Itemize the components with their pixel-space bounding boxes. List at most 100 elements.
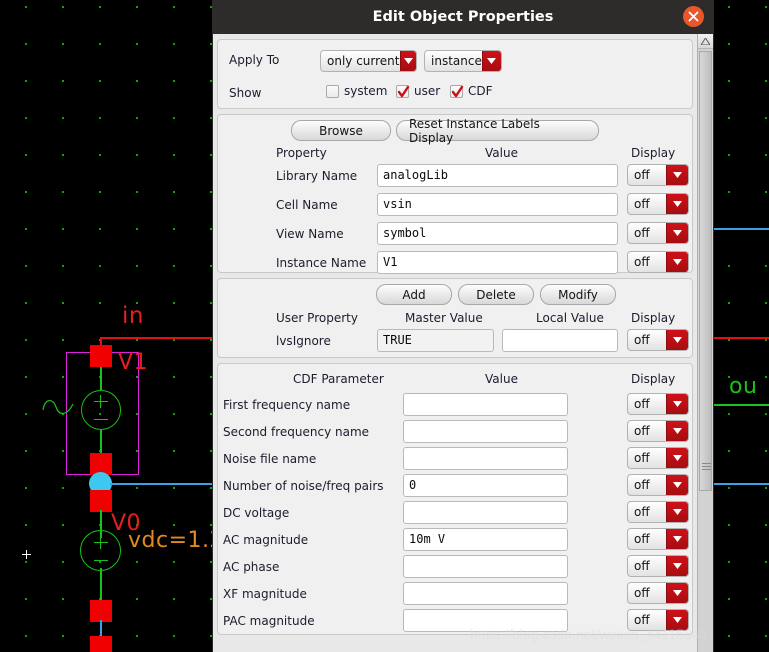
wire-right-green[interactable]: [713, 404, 769, 406]
cell-name-display-dropdown[interactable]: off: [627, 193, 689, 215]
view-name-label: View Name: [276, 227, 344, 241]
cdf-row-display-value: off: [634, 505, 650, 519]
apply-scope-dropdown[interactable]: only current: [320, 50, 417, 72]
lvsignore-local-value-input[interactable]: [502, 329, 618, 352]
pin-v0-positive[interactable]: [90, 490, 112, 512]
cdf-row-input[interactable]: [403, 447, 568, 470]
apply-scope-value: only current: [327, 54, 400, 68]
chevron-down-icon: [666, 448, 688, 468]
cdf-row-display-dropdown[interactable]: off: [627, 609, 689, 631]
cdf-row-label: XF magnitude: [223, 587, 307, 601]
chevron-down-icon: [399, 51, 416, 71]
user-property-column-header: User Property: [276, 311, 358, 325]
show-system-checkbox[interactable]: system: [326, 84, 387, 98]
chevron-down-icon: [666, 583, 688, 603]
delete-button[interactable]: Delete: [458, 284, 534, 305]
chevron-down-icon: [481, 51, 501, 71]
view-name-display-dropdown[interactable]: off: [627, 222, 689, 244]
library-name-input[interactable]: analogLib: [377, 164, 618, 187]
lvsignore-display-value: off: [634, 333, 650, 347]
chevron-down-icon: [666, 475, 688, 495]
cdf-row-label: First frequency name: [223, 398, 351, 412]
reset-instance-labels-display-button[interactable]: Reset Instance Labels Display: [396, 117, 599, 145]
show-system-label: system: [344, 84, 388, 98]
edit-object-properties-dialog: Edit Object Properties Apply To Show onl…: [213, 0, 713, 652]
plus-sign-vertical-v0: [100, 536, 101, 549]
chevron-down-icon: [666, 165, 688, 185]
cell-name-input[interactable]: vsin: [377, 193, 618, 216]
cdf-row-display-dropdown[interactable]: off: [627, 555, 689, 577]
cdf-row-input[interactable]: [403, 393, 568, 416]
show-label: Show: [229, 86, 262, 100]
lvsignore-display-dropdown[interactable]: off: [627, 329, 689, 351]
add-button[interactable]: Add: [376, 284, 452, 305]
view-name-input[interactable]: symbol: [377, 222, 618, 245]
show-user-checkbox[interactable]: user: [396, 84, 440, 98]
local-value-column-header: Local Value: [536, 311, 604, 325]
cdf-row-display-value: off: [634, 559, 650, 573]
plus-sign-icon-v0: [94, 542, 108, 543]
cdf-row-display-value: off: [634, 532, 650, 546]
plus-sign-icon-v1: [94, 401, 108, 402]
instance-name-display-dropdown[interactable]: off: [627, 251, 689, 273]
library-name-display-dropdown[interactable]: off: [627, 164, 689, 186]
dialog-title: Edit Object Properties: [372, 9, 554, 25]
browse-button[interactable]: Browse: [291, 120, 391, 141]
properties-panel: Browse Reset Instance Labels Display Pro…: [217, 114, 693, 274]
net-label-in: in: [122, 303, 144, 329]
instance-name-input[interactable]: V1: [377, 251, 618, 274]
modify-button[interactable]: Modify: [540, 284, 616, 305]
cdf-display-column-header: Display: [631, 372, 676, 386]
cdf-row-input[interactable]: [403, 555, 568, 578]
cdf-row-display-dropdown[interactable]: off: [627, 420, 689, 442]
cdf-row-input[interactable]: [403, 420, 568, 443]
lvsignore-label: lvsIgnore: [276, 334, 331, 348]
plus-sign-vertical-v1: [100, 395, 101, 408]
view-name-display-value: off: [634, 226, 650, 240]
wire-right-blue-1[interactable]: [713, 228, 769, 230]
show-cdf-checkbox[interactable]: CDF: [450, 84, 493, 98]
instance-name-display-value: off: [634, 255, 650, 269]
apply-to-panel: Apply To Show only current instance syst…: [217, 39, 693, 109]
scroll-up-arrow-icon[interactable]: [698, 34, 713, 49]
cdf-row-display-value: off: [634, 424, 650, 438]
cdf-row-display-dropdown[interactable]: off: [627, 447, 689, 469]
cursor-crosshair: [22, 550, 31, 559]
cdf-row-display-dropdown[interactable]: off: [627, 528, 689, 550]
chevron-down-icon: [666, 529, 688, 549]
dialog-scrollbar[interactable]: [697, 34, 713, 652]
cdf-row-input[interactable]: [403, 582, 568, 605]
pin-v0-negative[interactable]: [90, 600, 112, 622]
cell-name-display-value: off: [634, 197, 650, 211]
scrollbar-thumb[interactable]: [699, 51, 712, 491]
cdf-row-input[interactable]: [403, 609, 568, 632]
instance-name-label: Instance Name: [276, 256, 367, 270]
cdf-row-display-dropdown[interactable]: off: [627, 474, 689, 496]
cdf-row-display-value: off: [634, 451, 650, 465]
minus-sign-icon-v1: [94, 419, 108, 420]
cdf-row-input[interactable]: 10m V: [403, 528, 568, 551]
cdf-row-label: Second frequency name: [223, 425, 370, 439]
scrollbar-grip-icon: [702, 461, 711, 470]
chevron-down-icon: [666, 252, 688, 272]
cdf-row-display-value: off: [634, 478, 650, 492]
cdf-row-input[interactable]: 0: [403, 474, 568, 497]
apply-object-value: instance: [431, 54, 482, 68]
pin-v1-positive[interactable]: [90, 345, 112, 367]
show-cdf-label: CDF: [468, 84, 493, 98]
user-property-panel: Add Delete Modify User Property Master V…: [217, 278, 693, 358]
cdf-row-label: AC magnitude: [223, 533, 309, 547]
property-column-header: Property: [276, 146, 327, 160]
cdf-row-display-dropdown[interactable]: off: [627, 501, 689, 523]
voltage-source-symbol-v1[interactable]: [81, 390, 121, 430]
cdf-row-label: PAC magnitude: [223, 614, 315, 628]
chevron-down-icon: [666, 394, 688, 414]
chevron-down-icon: [666, 502, 688, 522]
pin-ground[interactable]: [90, 636, 112, 652]
cdf-row-display-dropdown[interactable]: off: [627, 582, 689, 604]
close-icon[interactable]: [683, 6, 704, 27]
cdf-row-input[interactable]: [403, 501, 568, 524]
apply-object-dropdown[interactable]: instance: [424, 50, 502, 72]
sine-wave-icon-v1: [42, 400, 74, 414]
cdf-row-display-dropdown[interactable]: off: [627, 393, 689, 415]
